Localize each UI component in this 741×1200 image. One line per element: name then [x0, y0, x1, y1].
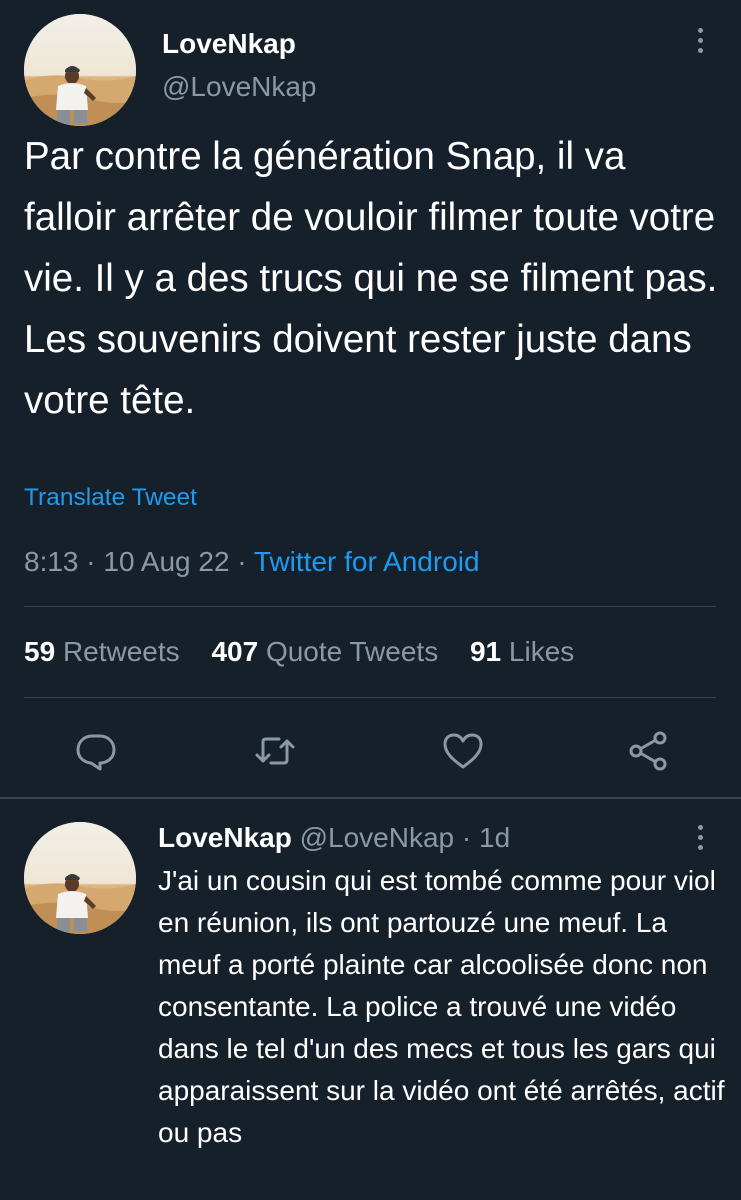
reply-text: J'ai un cousin qui est tombé comme pour …	[158, 865, 725, 1148]
tweet-separator	[0, 797, 741, 799]
likes-label: Likes	[508, 636, 575, 667]
avatar-photo	[24, 822, 136, 934]
more-options-icon[interactable]	[695, 28, 705, 58]
tweet-time: 8:13	[24, 546, 79, 577]
author-display-name[interactable]: LoveNkap	[162, 28, 296, 60]
retweets-label: Retweets	[62, 636, 180, 667]
tweet-meta: 8:13 · 10 Aug 22 · Twitter for Android	[24, 546, 480, 578]
quote-tweets-stat[interactable]: 407 Quote Tweets	[211, 636, 438, 667]
retweet-icon[interactable]	[253, 729, 297, 773]
tweet-text: Par contre la génération Snap, il va fal…	[24, 135, 718, 422]
avatar[interactable]	[24, 14, 136, 126]
like-icon[interactable]	[441, 729, 485, 773]
tweet-source-link[interactable]: Twitter for Android	[254, 546, 480, 577]
author-display-name[interactable]: LoveNkap	[158, 822, 292, 853]
divider	[24, 697, 716, 698]
reply-icon[interactable]	[74, 729, 118, 773]
retweets-count: 59	[24, 636, 56, 667]
author-handle[interactable]: @LoveNkap	[300, 822, 455, 853]
avatar[interactable]	[24, 822, 136, 934]
tweet-stats: 59 Retweets 407 Quote Tweets 91 Likes	[24, 636, 574, 668]
share-icon[interactable]	[626, 729, 670, 773]
likes-stat[interactable]: 91 Likes	[470, 636, 574, 667]
meta-separator: ·	[237, 546, 247, 577]
translate-tweet-link[interactable]: Translate Tweet	[24, 484, 197, 512]
meta-separator: ·	[86, 546, 96, 577]
more-options-icon[interactable]	[695, 825, 705, 855]
tweet-age[interactable]: 1d	[479, 822, 510, 853]
quote-tweets-label: Quote Tweets	[265, 636, 439, 667]
reply-header: LoveNkap @LoveNkap · 1d	[158, 822, 510, 854]
divider	[24, 606, 716, 607]
quote-tweets-count: 407	[211, 636, 259, 667]
likes-count: 91	[469, 636, 502, 667]
author-handle[interactable]: @LoveNkap	[162, 71, 317, 103]
meta-separator: ·	[461, 822, 472, 853]
avatar-photo	[24, 14, 136, 126]
tweet-date: 10 Aug 22	[103, 546, 230, 577]
main-tweet: LoveNkap @LoveNkap Par contre la générat…	[0, 0, 741, 797]
retweets-stat[interactable]: 59 Retweets	[24, 636, 180, 667]
